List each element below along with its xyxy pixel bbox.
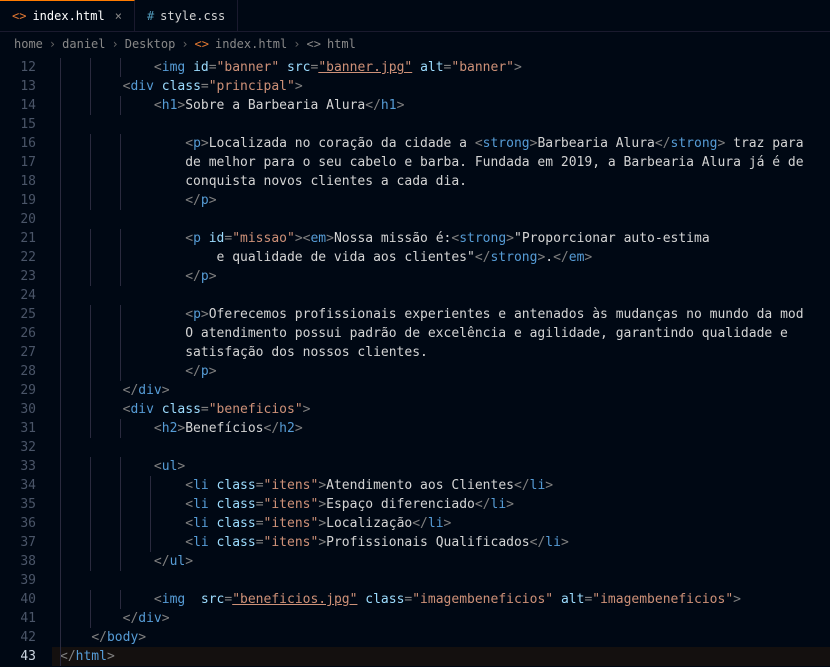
code-line[interactable]: <li class="itens">Atendimento aos Client… <box>52 476 830 495</box>
chevron-right-icon: › <box>181 37 188 51</box>
line-number: 43 <box>0 647 36 666</box>
line-number: 23 <box>0 267 36 286</box>
line-number: 26 <box>0 324 36 343</box>
line-number: 35 <box>0 495 36 514</box>
code-line[interactable]: <p>Oferecemos profissionais experientes … <box>52 305 830 324</box>
breadcrumb-file[interactable]: index.html <box>215 37 287 51</box>
chevron-right-icon: › <box>112 37 119 51</box>
line-number: 36 <box>0 514 36 533</box>
breadcrumb-segment[interactable]: daniel <box>62 37 105 51</box>
line-number: 34 <box>0 476 36 495</box>
close-icon[interactable]: × <box>115 9 122 23</box>
line-number: 39 <box>0 571 36 590</box>
line-number: 14 <box>0 96 36 115</box>
editor[interactable]: 1213141516171819202122232425262728293031… <box>0 56 830 667</box>
code-line[interactable]: </html> <box>52 647 830 666</box>
code-line[interactable]: <p id="missao"><em>Nossa missão é:<stron… <box>52 229 830 248</box>
line-number: 28 <box>0 362 36 381</box>
code-line[interactable]: </p> <box>52 191 830 210</box>
line-number: 27 <box>0 343 36 362</box>
code-line[interactable]: de melhor para o seu cabelo e barba. Fun… <box>52 153 830 172</box>
line-number: 31 <box>0 419 36 438</box>
tab-label: style.css <box>160 9 225 23</box>
line-gutter: 1213141516171819202122232425262728293031… <box>0 56 52 667</box>
code-line[interactable]: <li class="itens">Espaço diferenciado</l… <box>52 495 830 514</box>
code-line[interactable]: <div class="beneficios"> <box>52 400 830 419</box>
tab-label: index.html <box>32 9 104 23</box>
chevron-right-icon: › <box>293 37 300 51</box>
code-line[interactable]: satisfação dos nossos clientes. <box>52 343 830 362</box>
code-line[interactable]: <h1>Sobre a Barbearia Alura</h1> <box>52 96 830 115</box>
line-number: 18 <box>0 172 36 191</box>
line-number: 30 <box>0 400 36 419</box>
line-number: 25 <box>0 305 36 324</box>
code-line[interactable]: </p> <box>52 362 830 381</box>
tab-style-css[interactable]: # style.css <box>135 0 238 31</box>
line-number: 17 <box>0 153 36 172</box>
code-line[interactable]: <div class="principal"> <box>52 77 830 96</box>
line-number: 21 <box>0 229 36 248</box>
line-number: 42 <box>0 628 36 647</box>
code-line[interactable]: <img id="banner" src="banner.jpg" alt="b… <box>52 58 830 77</box>
code-line[interactable]: </div> <box>52 609 830 628</box>
code-line[interactable] <box>52 438 830 457</box>
code-line[interactable]: e qualidade de vida aos clientes"</stron… <box>52 248 830 267</box>
code-line[interactable]: <img src="beneficios.jpg" class="imagemb… <box>52 590 830 609</box>
code-line[interactable]: O atendimento possui padrão de excelênci… <box>52 324 830 343</box>
breadcrumb-segment[interactable]: Desktop <box>125 37 176 51</box>
code-line[interactable]: conquista novos clientes a cada dia. <box>52 172 830 191</box>
line-number: 15 <box>0 115 36 134</box>
code-line[interactable]: <h2>Benefícios</h2> <box>52 419 830 438</box>
line-number: 13 <box>0 77 36 96</box>
breadcrumb: home › daniel › Desktop › <> index.html … <box>0 32 830 56</box>
breadcrumb-symbol[interactable]: html <box>327 37 356 51</box>
line-number: 12 <box>0 58 36 77</box>
file-icon: <> <box>12 9 26 23</box>
file-icon: <> <box>195 37 209 51</box>
code-area[interactable]: <img id="banner" src="banner.jpg" alt="b… <box>52 56 830 667</box>
code-line[interactable]: </body> <box>52 628 830 647</box>
tab-index-html[interactable]: <> index.html × <box>0 0 135 31</box>
chevron-right-icon: › <box>49 37 56 51</box>
code-line[interactable]: </p> <box>52 267 830 286</box>
symbol-icon: <> <box>306 37 320 51</box>
line-number: 16 <box>0 134 36 153</box>
code-line[interactable]: </ul> <box>52 552 830 571</box>
line-number: 40 <box>0 590 36 609</box>
breadcrumb-segment[interactable]: home <box>14 37 43 51</box>
tab-bar: <> index.html × # style.css <box>0 0 830 32</box>
code-line[interactable]: <li class="itens">Profissionais Qualific… <box>52 533 830 552</box>
line-number: 32 <box>0 438 36 457</box>
line-number: 33 <box>0 457 36 476</box>
line-number: 20 <box>0 210 36 229</box>
line-number: 24 <box>0 286 36 305</box>
code-line[interactable] <box>52 210 830 229</box>
code-line[interactable] <box>52 115 830 134</box>
code-line[interactable]: </div> <box>52 381 830 400</box>
code-line[interactable]: <li class="itens">Localização</li> <box>52 514 830 533</box>
file-icon: # <box>147 9 154 23</box>
line-number: 38 <box>0 552 36 571</box>
line-number: 37 <box>0 533 36 552</box>
line-number: 41 <box>0 609 36 628</box>
code-line[interactable]: <p>Localizada no coração da cidade a <st… <box>52 134 830 153</box>
code-line[interactable] <box>52 571 830 590</box>
line-number: 22 <box>0 248 36 267</box>
line-number: 29 <box>0 381 36 400</box>
line-number: 19 <box>0 191 36 210</box>
code-line[interactable]: <ul> <box>52 457 830 476</box>
code-line[interactable] <box>52 286 830 305</box>
